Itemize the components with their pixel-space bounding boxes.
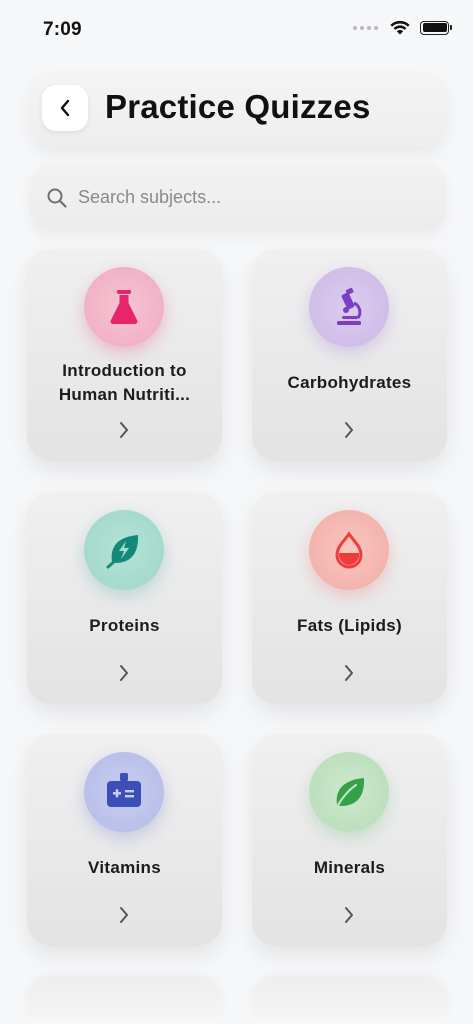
practice-quizzes-screen: 7:09 Practice Quizzes Search subjects...… (0, 0, 473, 1024)
subject-label: Minerals (313, 858, 386, 877)
chevron-right-icon (120, 907, 128, 923)
chevron-left-icon (60, 99, 70, 117)
subject-card-fats[interactable]: Fats (Lipids) (252, 492, 447, 704)
subject-label: Carbohydrates (287, 373, 412, 392)
medical-kit-icon (107, 773, 141, 807)
subject-card-partial[interactable] (252, 976, 447, 1016)
search-bar[interactable] (30, 164, 446, 230)
chevron-right-icon (345, 422, 353, 438)
header: Practice Quizzes (30, 72, 446, 146)
droplet-icon (335, 531, 363, 569)
subject-icon-background (309, 752, 389, 832)
subject-card-introduction[interactable]: Introduction to Human Nutriti... (27, 249, 222, 461)
subject-icon-background (84, 267, 164, 347)
subject-label: Fats (Lipids) (297, 616, 402, 635)
subject-icon-background (309, 510, 389, 590)
subject-label: Introduction to Human Nutriti... (58, 361, 191, 404)
back-button[interactable] (42, 85, 88, 131)
wifi-icon (390, 20, 410, 35)
chevron-right-icon (345, 907, 353, 923)
subject-card-carbohydrates[interactable]: Carbohydrates (252, 249, 447, 461)
leaf-bolt-icon (106, 535, 139, 569)
chevron-right-icon (120, 422, 128, 438)
subject-card-proteins[interactable]: Proteins (27, 492, 222, 704)
leaf-icon (336, 778, 365, 807)
subject-label: Proteins (89, 616, 160, 635)
flask-icon (110, 290, 138, 324)
subject-card-partial[interactable] (27, 976, 222, 1016)
subject-label: Vitamins (88, 858, 161, 877)
microscope-icon (337, 287, 362, 325)
status-time: 7:09 (43, 19, 82, 40)
cellular-signal-icon (353, 25, 378, 30)
chevron-right-icon (120, 665, 128, 681)
status-icons (353, 20, 452, 35)
chevron-right-icon (345, 665, 353, 681)
status-bar: 7:09 (0, 0, 473, 56)
search-icon (47, 188, 67, 208)
subject-icon-background (84, 752, 164, 832)
subject-card-minerals[interactable]: Minerals (252, 734, 447, 946)
subject-icon-background (84, 510, 164, 590)
search-input[interactable] (78, 182, 428, 212)
subject-card-vitamins[interactable]: Vitamins (27, 734, 222, 946)
page-title: Practice Quizzes (105, 88, 371, 125)
subject-icon-background (309, 267, 389, 347)
battery-icon (420, 20, 452, 35)
